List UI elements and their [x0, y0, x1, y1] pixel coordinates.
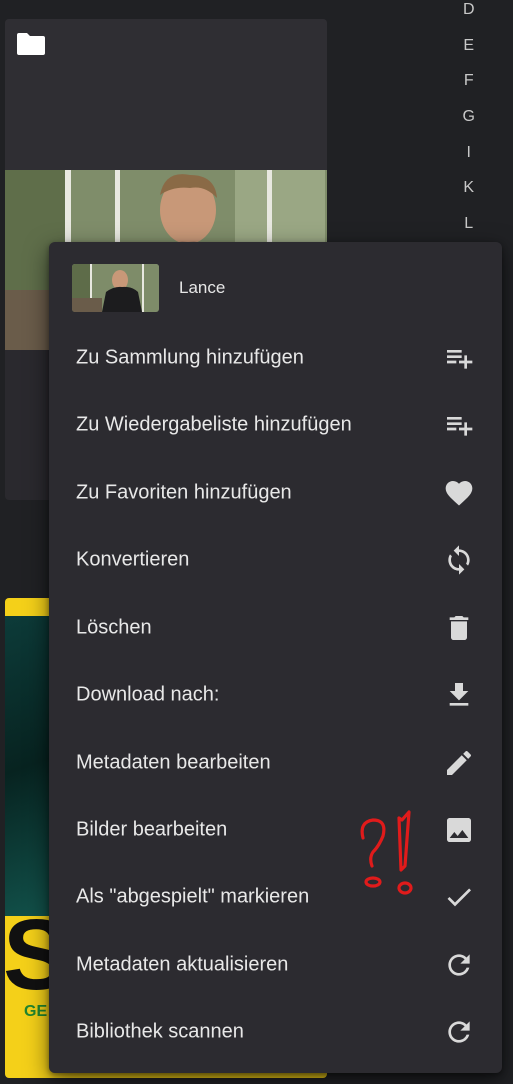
menu-item-label: Zu Wiedergabeliste hinzufügen	[76, 413, 352, 435]
check-icon	[443, 881, 475, 913]
menu-item-label: Zu Favoriten hinzufügen	[76, 481, 292, 503]
pencil-icon	[443, 747, 475, 779]
heart-icon	[443, 477, 475, 509]
alpha-letter[interactable]: D	[455, 0, 483, 28]
menu-item-scan-library[interactable]: Bibliothek scannen	[49, 998, 502, 1065]
menu-item-label: Metadaten bearbeiten	[76, 751, 271, 773]
alpha-letter[interactable]: L	[455, 206, 483, 242]
menu-item-refresh-metadata[interactable]: Metadaten aktualisieren	[49, 931, 502, 998]
folder-icon	[17, 33, 45, 55]
menu-header-thumbnail	[72, 264, 159, 312]
image-icon	[443, 814, 475, 846]
refresh-icon	[443, 1016, 475, 1048]
card-header	[5, 19, 327, 170]
menu-item-download[interactable]: Download nach:	[49, 661, 502, 728]
alpha-letter[interactable]: F	[455, 63, 483, 99]
menu-item-label: Metadaten aktualisieren	[76, 953, 289, 975]
download-icon	[443, 679, 475, 711]
menu-item-label: Bibliothek scannen	[76, 1020, 244, 1042]
alpha-letter[interactable]: E	[455, 28, 483, 64]
menu-title: Lance	[179, 278, 226, 297]
playlist-add-icon	[443, 342, 475, 374]
trash-icon	[443, 612, 475, 644]
menu-item-label: Als "abgespielt" markieren	[76, 885, 310, 907]
menu-item-label: Zu Sammlung hinzufügen	[76, 346, 304, 368]
menu-item-edit-images[interactable]: Bilder bearbeiten	[49, 796, 502, 863]
menu-item-delete[interactable]: Löschen	[49, 594, 502, 661]
refresh-icon	[443, 949, 475, 981]
menu-item-label: Löschen	[76, 616, 152, 638]
menu-item-add-to-collection[interactable]: Zu Sammlung hinzufügen	[49, 324, 502, 391]
menu-header: Lance	[49, 242, 502, 330]
menu-item-edit-metadata[interactable]: Metadaten bearbeiten	[49, 729, 502, 796]
menu-item-label: Download nach:	[76, 683, 220, 705]
poster-subtitle: GE	[24, 1003, 48, 1020]
menu-item-add-to-playlist[interactable]: Zu Wiedergabeliste hinzufügen	[49, 391, 502, 458]
alpha-letter[interactable]: K	[455, 170, 483, 206]
playlist-add-icon	[443, 409, 475, 441]
menu-item-convert[interactable]: Konvertieren	[49, 526, 502, 593]
context-menu: Lance Zu Sammlung hinzufügen Zu Wiederga…	[49, 242, 502, 1073]
sync-icon	[443, 544, 475, 576]
menu-item-add-to-favorites[interactable]: Zu Favoriten hinzufügen	[49, 459, 502, 526]
handwritten-annotation	[360, 810, 413, 895]
alpha-letter[interactable]: I	[455, 135, 483, 171]
alphabet-index[interactable]: D E F G I K L	[455, 0, 483, 242]
menu-item-label: Bilder bearbeiten	[76, 818, 228, 840]
menu-item-label: Konvertieren	[76, 548, 190, 570]
menu-item-mark-played[interactable]: Als "abgespielt" markieren	[49, 863, 502, 930]
alpha-letter[interactable]: G	[455, 99, 483, 135]
poster-artwork	[5, 616, 51, 916]
